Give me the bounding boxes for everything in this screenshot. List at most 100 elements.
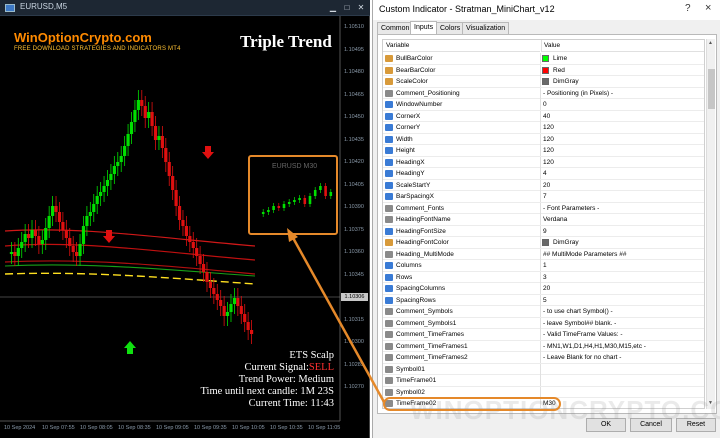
input-row-headingfontcolor[interactable]: HeadingFontColor DimGray xyxy=(383,237,704,249)
column-divider xyxy=(540,352,541,363)
variable-value[interactable]: - Font Parameters - xyxy=(543,203,599,214)
price-tick-label: 1.10315 xyxy=(344,316,364,323)
column-header-value[interactable]: Value xyxy=(541,40,704,52)
bull-candle xyxy=(40,240,44,244)
close-icon[interactable]: × xyxy=(705,2,711,14)
column-divider xyxy=(540,237,541,248)
input-row-comment-positioning[interactable]: Comment_Positioning - Positioning (in Pix… xyxy=(383,87,704,99)
inputs-grid[interactable]: Variable Value BullBarColor Lime BearBarCo… xyxy=(382,39,705,409)
input-row-rows[interactable]: Rows 3 xyxy=(383,271,704,283)
bear-candle xyxy=(13,252,17,256)
input-row-comment-timeframes[interactable]: Comment_TimeFrames - Valid TimeFrame Valu… xyxy=(383,329,704,341)
variable-value[interactable]: 120 xyxy=(543,157,554,168)
bear-candle xyxy=(181,220,185,226)
variable-name: SpacingColumns xyxy=(396,285,446,292)
bull-candle xyxy=(105,180,110,186)
grid-scrollbar[interactable]: ▲ ▼ xyxy=(706,39,715,409)
input-row-spacingrows[interactable]: SpacingRows 5 xyxy=(383,294,704,306)
input-row-comment-timeframes1[interactable]: Comment_TimeFrames1 - MN1,W1,D1,H4,H1,M30… xyxy=(383,340,704,352)
input-row-spacingcolumns[interactable]: SpacingColumns 20 xyxy=(383,283,704,295)
variable-value[interactable]: 7 xyxy=(543,191,547,202)
custom-indicator-dialog[interactable]: Custom Indicator - Stratman_MiniChart_v1… xyxy=(372,0,720,438)
variable-value[interactable]: 120 xyxy=(543,122,554,133)
bear-candle xyxy=(37,236,41,244)
color-swatch[interactable] xyxy=(542,78,549,85)
price-tick-label: 1.10435 xyxy=(344,136,364,143)
variable-value[interactable]: ## MultiMode Parameters ## xyxy=(543,249,626,260)
variable-value[interactable]: 4 xyxy=(543,168,547,179)
input-row-headingy[interactable]: HeadingY 4 xyxy=(383,168,704,180)
variable-value[interactable]: 3 xyxy=(543,272,547,283)
variable-value[interactable]: Lime xyxy=(553,53,567,64)
variable-value[interactable]: 9 xyxy=(543,226,547,237)
color-swatch[interactable] xyxy=(542,55,549,62)
dialog-titlebar[interactable]: Custom Indicator - Stratman_MiniChart_v1… xyxy=(373,0,720,20)
input-row-comment-timeframes2[interactable]: Comment_TimeFrames2 - Leave Blank for no … xyxy=(383,352,704,364)
input-row-comment-fonts[interactable]: Comment_Fonts - Font Parameters - xyxy=(383,202,704,214)
input-row-width[interactable]: Width 120 xyxy=(383,133,704,145)
input-row-barspacingx[interactable]: BarSpacingX 7 xyxy=(383,191,704,203)
input-row-columns[interactable]: Columns 1 xyxy=(383,260,704,272)
chart-titlebar[interactable]: EURUSD,M5 ▁ □ ✕ xyxy=(0,0,370,16)
scroll-up-icon[interactable]: ▲ xyxy=(708,40,713,46)
minimize-icon[interactable]: ▁ xyxy=(328,3,338,12)
variable-value[interactable]: Red xyxy=(553,65,565,76)
scroll-thumb[interactable] xyxy=(708,69,715,109)
bear-candle xyxy=(246,322,250,330)
variable-value[interactable]: 20 xyxy=(543,180,550,191)
input-row-heading-multimode[interactable]: Heading_MultiMode ## MultiMode Parameters… xyxy=(383,248,704,260)
variable-value[interactable]: 0 xyxy=(543,99,547,110)
variable-value[interactable]: - Valid TimeFrame Values: - xyxy=(543,329,623,340)
input-row-comment-symbols1[interactable]: Comment_Symbols1 - leave Symbol## blank. … xyxy=(383,317,704,329)
chart-window[interactable]: EURUSD,M5 ▁ □ ✕ WinOptionCrypto.com FREE… xyxy=(0,0,370,438)
bull-candle xyxy=(147,112,151,118)
input-row-scalestarty[interactable]: ScaleStartY 20 xyxy=(383,179,704,191)
variable-value[interactable]: 40 xyxy=(543,111,550,122)
tab-colors[interactable]: Colors xyxy=(436,22,465,34)
color-swatch[interactable] xyxy=(542,239,549,246)
input-row-cornerx[interactable]: CornerX 40 xyxy=(383,110,704,122)
bear-candle xyxy=(57,212,62,222)
price-tick-label: 1.10270 xyxy=(344,384,364,390)
variable-value[interactable]: 1 xyxy=(543,260,547,271)
color-swatch[interactable] xyxy=(542,66,549,74)
input-row-cornery[interactable]: CornerY 120 xyxy=(383,122,704,134)
variable-value[interactable]: - Positioning (in Pixels) - xyxy=(543,88,613,99)
input-row-bearbarcolor[interactable]: BearBarColor Red xyxy=(383,64,704,76)
inputs-panel: Variable Value BullBarColor Lime BearBarCo… xyxy=(377,34,717,414)
variable-value[interactable]: Verdana xyxy=(543,214,567,225)
input-row-bullbarcolor[interactable]: BullBarColor Lime xyxy=(383,53,704,65)
tab-visualization[interactable]: Visualization xyxy=(462,22,510,34)
maximize-icon[interactable]: □ xyxy=(342,3,352,12)
variable-value[interactable]: DimGray xyxy=(553,237,579,248)
column-divider xyxy=(540,122,541,133)
variable-value[interactable]: - Leave Blank for no chart - xyxy=(543,352,621,363)
input-row-timeframe01[interactable]: TimeFrame01 xyxy=(383,375,704,387)
variable-value[interactable]: DimGray xyxy=(553,76,579,87)
input-row-headingfontname[interactable]: HeadingFontName Verdana xyxy=(383,214,704,226)
column-header-variable[interactable]: Variable xyxy=(383,40,540,52)
input-row-symbol01[interactable]: Symbol01 xyxy=(383,363,704,375)
variable-value[interactable]: 120 xyxy=(543,145,554,156)
tab-common[interactable]: Common xyxy=(377,22,414,34)
variable-value[interactable]: - leave Symbol## blank. - xyxy=(543,318,616,329)
help-icon[interactable]: ? xyxy=(685,3,691,14)
close-icon[interactable]: ✕ xyxy=(356,3,366,12)
input-row-headingfontsize[interactable]: HeadingFontSize 9 xyxy=(383,225,704,237)
variable-value[interactable]: 5 xyxy=(543,295,547,306)
input-row-headingx[interactable]: HeadingX 120 xyxy=(383,156,704,168)
variable-value[interactable]: - MN1,W1,D1,H4,H1,M30,M15,etc - xyxy=(543,341,646,352)
column-divider xyxy=(540,294,541,306)
tab-inputs[interactable]: Inputs xyxy=(410,21,438,35)
input-row-scalecolor[interactable]: ScaleColor DimGray xyxy=(383,76,704,88)
color-param-icon xyxy=(385,55,393,62)
input-row-comment-symbols[interactable]: Comment_Symbols - to use chart Symbol() - xyxy=(383,306,704,318)
variable-value[interactable]: - to use chart Symbol() - xyxy=(543,306,613,317)
string-param-icon xyxy=(385,250,393,258)
column-divider xyxy=(540,53,541,64)
price-tick-label: 1.10405 xyxy=(344,181,364,188)
input-row-windownumber[interactable]: WindowNumber 0 xyxy=(383,99,704,111)
variable-value[interactable]: 120 xyxy=(543,134,554,145)
variable-value[interactable]: 20 xyxy=(543,283,550,294)
input-row-height[interactable]: Height 120 xyxy=(383,145,704,157)
